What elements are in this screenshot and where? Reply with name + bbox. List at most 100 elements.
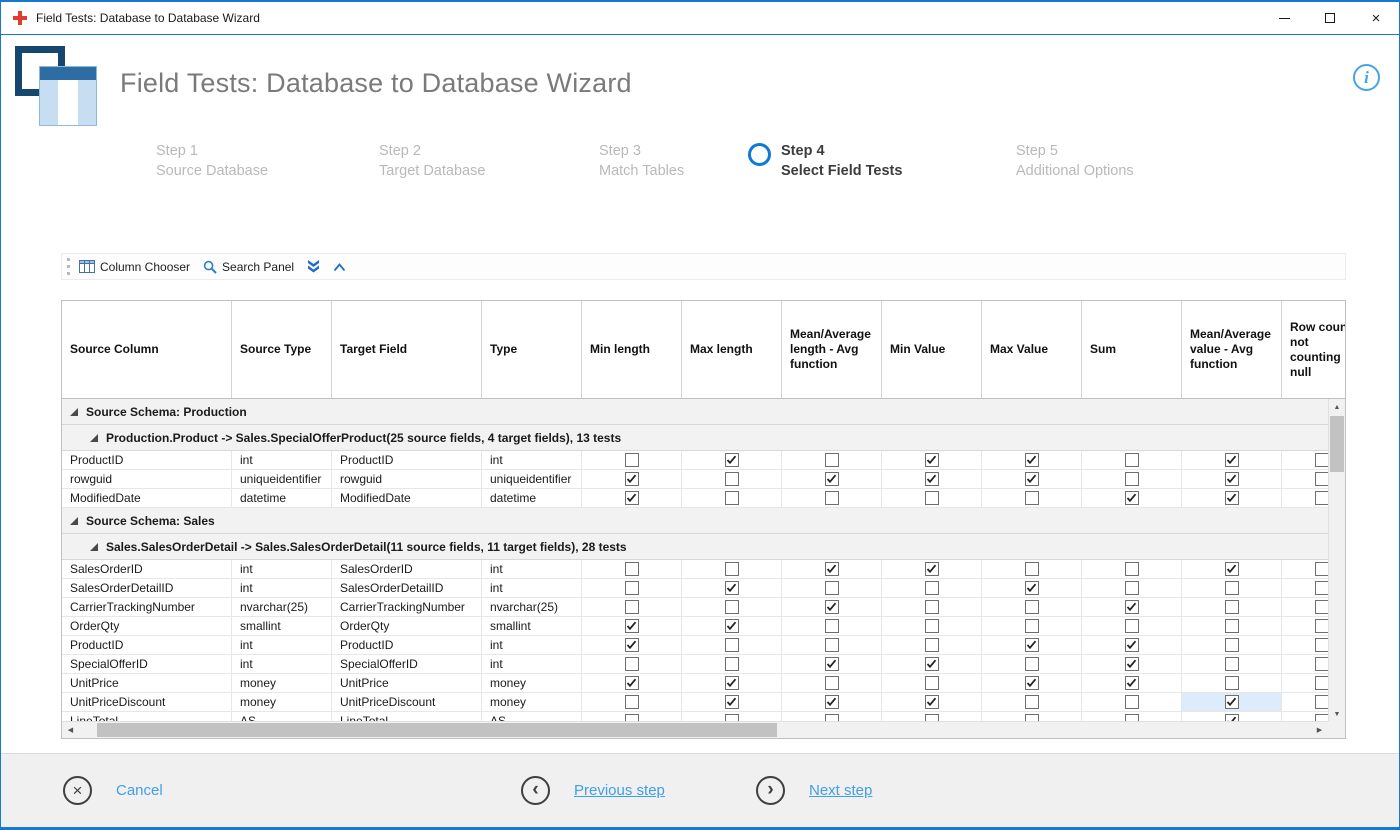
checkbox-checked[interactable] xyxy=(725,619,739,633)
grid-cell[interactable]: int xyxy=(232,560,332,579)
grid-cell[interactable]: money xyxy=(482,674,582,693)
grid-cell[interactable]: UnitPriceDiscount xyxy=(332,693,482,712)
checkbox-unchecked[interactable] xyxy=(1225,600,1239,614)
grid-cell[interactable]: ProductID xyxy=(62,636,232,655)
checkbox-unchecked[interactable] xyxy=(1315,600,1329,614)
checkbox-checked[interactable] xyxy=(1125,657,1139,671)
checkbox-unchecked[interactable] xyxy=(1225,657,1239,671)
checkbox-unchecked[interactable] xyxy=(1125,695,1139,709)
toolbar-grip[interactable] xyxy=(67,258,70,275)
grid-cell[interactable]: SalesOrderDetailID xyxy=(62,579,232,598)
checkbox-unchecked[interactable] xyxy=(1225,581,1239,595)
checkbox-unchecked[interactable] xyxy=(825,638,839,652)
column-header[interactable]: Mean/Average length - Avg function xyxy=(782,301,882,398)
table-group-row[interactable]: Production.Product -> Sales.SpecialOffer… xyxy=(62,425,1328,451)
checkbox-unchecked[interactable] xyxy=(825,619,839,633)
checkbox-unchecked[interactable] xyxy=(625,657,639,671)
checkbox-checked[interactable] xyxy=(1125,600,1139,614)
grid-cell[interactable]: OrderQty xyxy=(62,617,232,636)
grid-cell[interactable]: nvarchar(25) xyxy=(232,598,332,617)
scroll-up-icon[interactable]: ▲ xyxy=(1329,399,1345,416)
checkbox-unchecked[interactable] xyxy=(1315,472,1329,486)
checkbox-unchecked[interactable] xyxy=(725,600,739,614)
grid-cell[interactable]: ModifiedDate xyxy=(332,489,482,508)
checkbox-checked[interactable] xyxy=(925,562,939,576)
grid-cell[interactable]: int xyxy=(482,451,582,470)
column-header[interactable]: Max length xyxy=(682,301,782,398)
checkbox-checked[interactable] xyxy=(825,695,839,709)
horizontal-scrollbar[interactable]: ◀ ▶ xyxy=(62,721,1328,738)
checkbox-checked[interactable] xyxy=(825,472,839,486)
expand-icon[interactable] xyxy=(69,516,79,526)
close-button[interactable]: × xyxy=(1353,2,1399,34)
scroll-left-icon[interactable]: ◀ xyxy=(62,722,79,738)
checkbox-unchecked[interactable] xyxy=(925,638,939,652)
checkbox-unchecked[interactable] xyxy=(1225,619,1239,633)
checkbox-unchecked[interactable] xyxy=(725,562,739,576)
checkbox-checked[interactable] xyxy=(1225,562,1239,576)
checkbox-checked[interactable] xyxy=(825,562,839,576)
checkbox-unchecked[interactable] xyxy=(825,491,839,505)
checkbox-unchecked[interactable] xyxy=(625,562,639,576)
checkbox-checked[interactable] xyxy=(725,581,739,595)
search-panel-button[interactable]: Search Panel xyxy=(203,260,294,274)
checkbox-checked[interactable] xyxy=(625,491,639,505)
cancel-button[interactable]: × Cancel xyxy=(63,754,163,827)
grid-cell[interactable]: UnitPrice xyxy=(62,674,232,693)
checkbox-checked[interactable] xyxy=(925,695,939,709)
vertical-scrollbar[interactable]: ▲ ▼ xyxy=(1328,399,1345,723)
checkbox-unchecked[interactable] xyxy=(625,600,639,614)
checkbox-unchecked[interactable] xyxy=(1025,657,1039,671)
grid-cell[interactable]: int xyxy=(232,579,332,598)
checkbox-unchecked[interactable] xyxy=(1025,695,1039,709)
column-header[interactable]: Source Type xyxy=(232,301,332,398)
column-header[interactable]: Max Value xyxy=(982,301,1082,398)
grid-cell[interactable]: int xyxy=(482,560,582,579)
checkbox-unchecked[interactable] xyxy=(825,453,839,467)
checkbox-checked[interactable] xyxy=(1125,638,1139,652)
grid-cell[interactable]: money xyxy=(232,693,332,712)
checkbox-unchecked[interactable] xyxy=(1025,562,1039,576)
checkbox-unchecked[interactable] xyxy=(1315,695,1329,709)
expand-all-button[interactable] xyxy=(307,260,320,273)
checkbox-checked[interactable] xyxy=(1025,453,1039,467)
checkbox-unchecked[interactable] xyxy=(1225,676,1239,690)
checkbox-unchecked[interactable] xyxy=(625,695,639,709)
expand-icon[interactable] xyxy=(89,433,99,443)
grid-cell[interactable]: datetime xyxy=(482,489,582,508)
grid-cell[interactable]: int xyxy=(482,655,582,674)
checkbox-unchecked[interactable] xyxy=(1315,619,1329,633)
grid-cell[interactable]: SpecialOfferID xyxy=(332,655,482,674)
checkbox-checked[interactable] xyxy=(1225,491,1239,505)
grid-cell[interactable]: int xyxy=(232,655,332,674)
checkbox-checked[interactable] xyxy=(725,453,739,467)
checkbox-unchecked[interactable] xyxy=(1315,453,1329,467)
column-header[interactable]: Target Field xyxy=(332,301,482,398)
grid-cell[interactable]: smallint xyxy=(482,617,582,636)
grid-cell[interactable]: uniqueidentifier xyxy=(232,470,332,489)
grid-cell[interactable]: money xyxy=(232,674,332,693)
grid-cell[interactable]: uniqueidentifier xyxy=(482,470,582,489)
grid-cell[interactable]: ProductID xyxy=(332,636,482,655)
checkbox-unchecked[interactable] xyxy=(1025,491,1039,505)
grid-cell[interactable]: rowguid xyxy=(332,470,482,489)
checkbox-unchecked[interactable] xyxy=(1125,453,1139,467)
checkbox-checked[interactable] xyxy=(1025,472,1039,486)
checkbox-unchecked[interactable] xyxy=(725,491,739,505)
grid-cell[interactable]: CarrierTrackingNumber xyxy=(332,598,482,617)
grid-cell[interactable]: nvarchar(25) xyxy=(482,598,582,617)
checkbox-checked[interactable] xyxy=(1225,453,1239,467)
checkbox-unchecked[interactable] xyxy=(1125,619,1139,633)
checkbox-unchecked[interactable] xyxy=(925,581,939,595)
checkbox-unchecked[interactable] xyxy=(1025,600,1039,614)
checkbox-unchecked[interactable] xyxy=(625,453,639,467)
checkbox-checked[interactable] xyxy=(825,600,839,614)
column-header[interactable]: Min Value xyxy=(882,301,982,398)
checkbox-unchecked[interactable] xyxy=(1125,581,1139,595)
checkbox-unchecked[interactable] xyxy=(725,472,739,486)
column-header[interactable]: Min length xyxy=(582,301,682,398)
grid-cell[interactable]: money xyxy=(482,693,582,712)
grid-cell[interactable]: smallint xyxy=(232,617,332,636)
grid-cell[interactable]: int xyxy=(482,579,582,598)
expand-icon[interactable] xyxy=(69,407,79,417)
